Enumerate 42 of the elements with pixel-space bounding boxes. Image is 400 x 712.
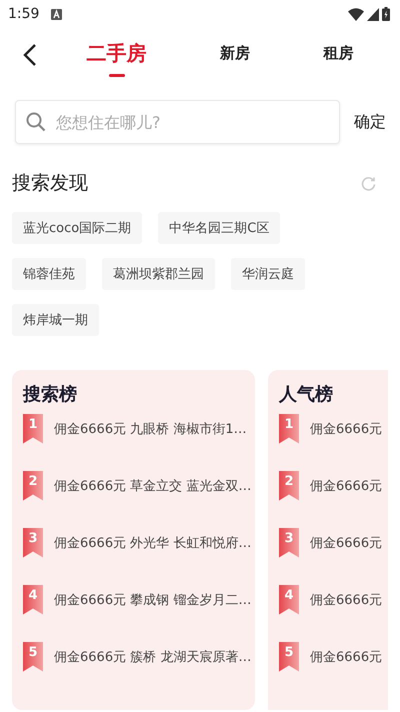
rank-badge: 2 [23, 470, 43, 500]
notification-icon [51, 8, 62, 20]
tab[interactable]: 新房 [216, 34, 254, 76]
rank-badge: 3 [279, 528, 299, 558]
tab[interactable]: 二手房 [82, 34, 151, 76]
status-time: 1:59 [8, 6, 40, 22]
rank-badge: 2 [279, 470, 299, 500]
ranking-item[interactable]: 佣金6666元 [310, 590, 382, 608]
battery-icon [382, 7, 390, 21]
rank-badge: 3 [23, 528, 43, 558]
confirm-button[interactable]: 确定 [346, 108, 394, 136]
rank-badge: 5 [23, 642, 43, 672]
search-tag[interactable]: 华润云庭 [231, 258, 305, 290]
ranking-item[interactable]: 佣金6666元 [310, 476, 382, 494]
wifi-icon [348, 8, 364, 20]
card-title: 人气榜 [279, 383, 334, 406]
search-icon [26, 112, 46, 132]
ranking-item[interactable]: 佣金6666元 [310, 534, 382, 552]
rank-badge: 4 [279, 584, 299, 614]
ranking-item[interactable]: 佣金6666元 九眼桥 海椒市街1… [54, 420, 247, 438]
rank-badge: 4 [23, 584, 43, 614]
ranking-item[interactable]: 佣金6666元 [310, 648, 382, 666]
search-field[interactable]: 您想住在哪儿? [15, 100, 340, 144]
ranking-item[interactable]: 佣金6666元 [310, 420, 382, 438]
search-tag[interactable]: 蓝光coco国际二期 [12, 212, 142, 244]
search-input[interactable]: 您想住在哪儿? [54, 112, 298, 132]
search-tag[interactable]: 中华名园三期C区 [158, 212, 280, 244]
ranking-item[interactable]: 佣金6666元 簇桥 龙湖天宸原著… [54, 648, 252, 666]
rank-badge: 5 [279, 642, 299, 672]
signal-icon [367, 8, 379, 20]
chevron-icon [23, 43, 37, 67]
search-tag[interactable]: 炜岸城一期 [12, 304, 99, 336]
search-tag[interactable]: 锦蓉佳苑 [12, 258, 86, 290]
tab[interactable]: 租房 [319, 34, 358, 76]
search-tag[interactable]: 葛洲坝紫郡兰园 [102, 258, 215, 290]
section-title: 搜索发现 [12, 171, 88, 196]
card-title: 搜索榜 [23, 383, 78, 406]
ranking-item[interactable]: 佣金6666元 攀成钢 镏金岁月二… [54, 590, 252, 608]
rank-badge: 1 [23, 414, 43, 444]
rank-badge: 1 [279, 414, 299, 444]
ranking-item[interactable]: 佣金6666元 外光华 长虹和悦府… [54, 534, 252, 552]
ranking-item[interactable]: 佣金6666元 草金立交 蓝光金双… [54, 476, 252, 494]
